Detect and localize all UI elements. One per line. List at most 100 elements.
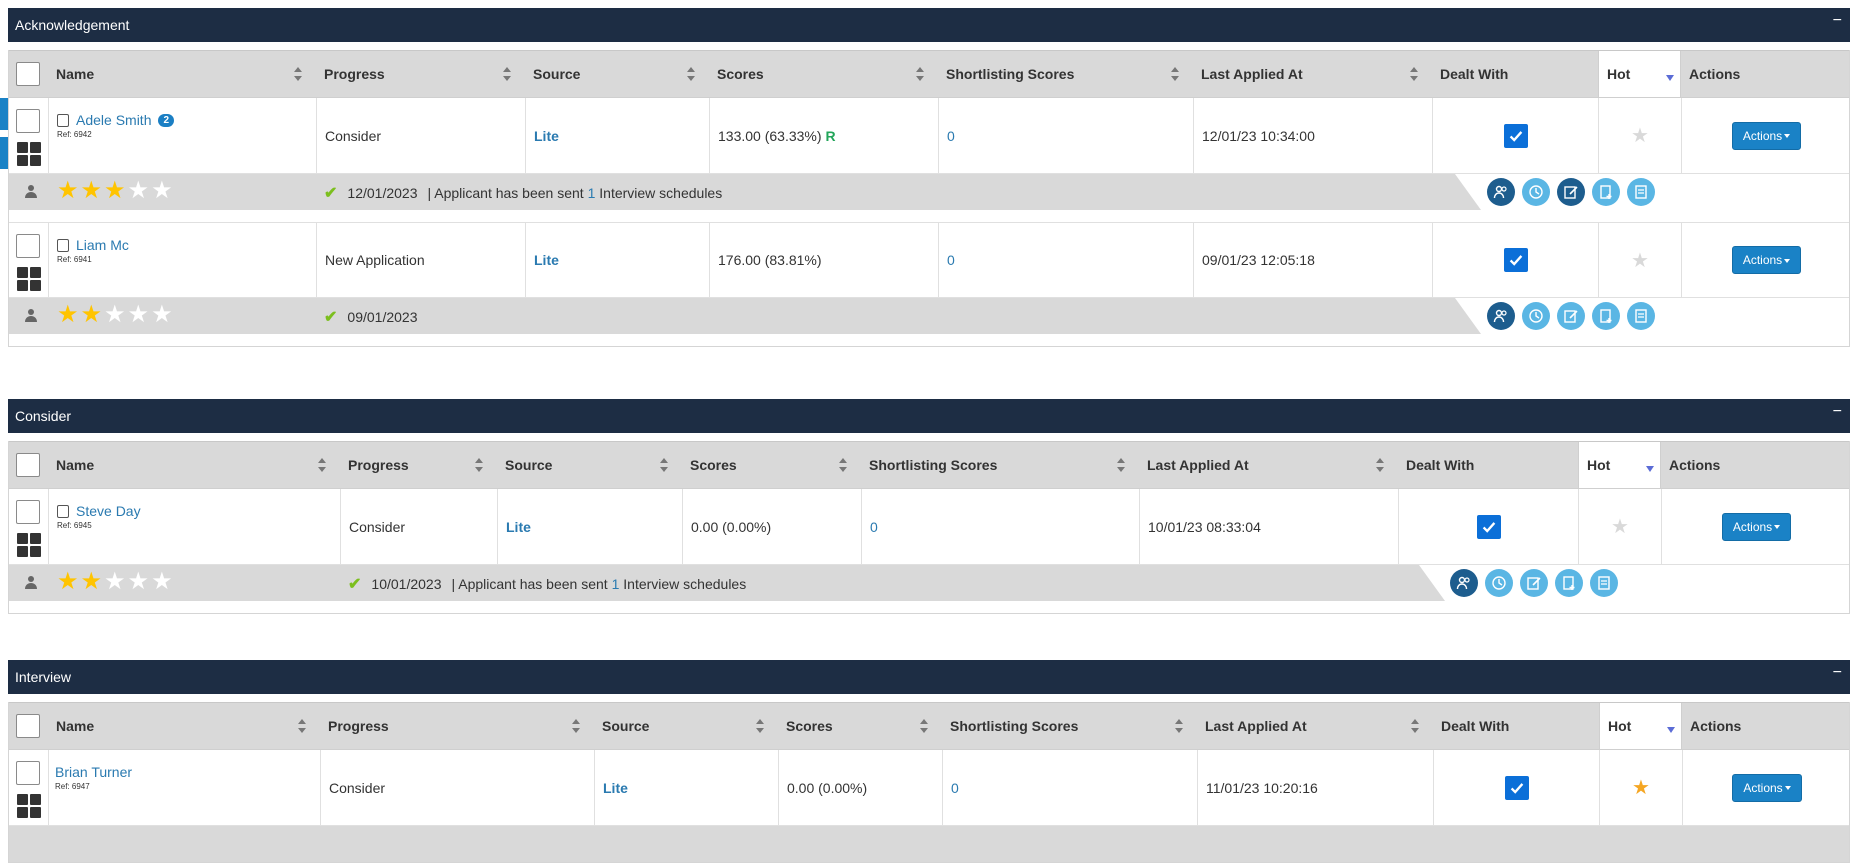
grid-icon[interactable] — [17, 142, 41, 166]
edit-icon[interactable] — [1557, 178, 1585, 206]
col-name[interactable]: Name — [48, 442, 340, 488]
dealt-with-checkbox[interactable] — [1503, 123, 1528, 148]
col-progress[interactable]: Progress — [320, 703, 594, 749]
hot-star-icon[interactable]: ★ — [1611, 514, 1629, 539]
grid-icon[interactable] — [17, 267, 41, 291]
col-shortlisting[interactable]: Shortlisting Scores — [861, 442, 1139, 488]
dropdown-icon[interactable] — [1666, 75, 1674, 81]
add-note-icon[interactable] — [1592, 302, 1620, 330]
source-link[interactable]: Lite — [506, 519, 531, 535]
sort-icon[interactable] — [1376, 458, 1384, 472]
sort-icon[interactable] — [1171, 67, 1179, 81]
col-hot[interactable]: Hot — [1599, 703, 1682, 749]
hot-star-icon[interactable]: ★ — [1632, 775, 1650, 800]
col-source[interactable]: Source — [594, 703, 778, 749]
col-last-applied[interactable]: Last Applied At — [1193, 51, 1432, 97]
col-scores[interactable]: Scores — [778, 703, 942, 749]
dropdown-icon[interactable] — [1667, 727, 1675, 733]
dropdown-icon[interactable] — [1646, 466, 1654, 472]
sort-icon[interactable] — [1410, 67, 1418, 81]
rating-stars[interactable]: ★★★★★ — [57, 570, 175, 594]
col-name[interactable]: Name — [48, 51, 316, 97]
col-hot[interactable]: Hot — [1598, 51, 1681, 97]
col-scores[interactable]: Scores — [682, 442, 861, 488]
sort-icon[interactable] — [1411, 719, 1419, 733]
edit-icon[interactable] — [1557, 302, 1585, 330]
review-icon[interactable] — [1627, 302, 1655, 330]
dealt-with-checkbox[interactable] — [1503, 248, 1528, 272]
col-progress[interactable]: Progress — [316, 51, 525, 97]
collapse-icon[interactable]: − — [1833, 13, 1842, 29]
actions-button[interactable]: Actions — [1731, 246, 1802, 274]
grid-icon[interactable] — [17, 794, 41, 818]
add-note-icon[interactable] — [1592, 178, 1620, 206]
row-checkbox[interactable] — [16, 234, 40, 258]
dealt-with-checkbox[interactable] — [1504, 775, 1529, 800]
sort-icon[interactable] — [1175, 719, 1183, 733]
sort-icon[interactable] — [916, 67, 924, 81]
collapse-icon[interactable]: − — [1833, 665, 1842, 681]
source-link[interactable]: Lite — [534, 128, 559, 144]
actions-button[interactable]: Actions — [1732, 773, 1802, 802]
col-shortlisting[interactable]: Shortlisting Scores — [938, 51, 1193, 97]
source-link[interactable]: Lite — [603, 780, 628, 796]
grid-icon[interactable] — [17, 533, 41, 557]
edit-icon[interactable] — [1520, 569, 1548, 597]
sort-icon[interactable] — [660, 458, 668, 472]
sort-icon[interactable] — [1117, 458, 1125, 472]
sort-icon[interactable] — [475, 458, 483, 472]
col-source[interactable]: Source — [497, 442, 682, 488]
candidate-name-link[interactable]: Adele Smith — [76, 112, 151, 128]
scores-cell: 133.00 (63.33%) R — [709, 98, 938, 173]
dealt-with-checkbox[interactable] — [1476, 514, 1501, 539]
shortlisting-link[interactable]: 0 — [870, 519, 878, 535]
candidate-name-link[interactable]: Brian Turner — [55, 764, 132, 780]
actions-button[interactable]: Actions — [1721, 512, 1792, 541]
add-note-icon[interactable] — [1555, 569, 1583, 597]
select-all-checkbox[interactable] — [16, 453, 40, 477]
sort-icon[interactable] — [298, 719, 306, 733]
hot-star-icon[interactable]: ★ — [1631, 248, 1649, 273]
col-hot[interactable]: Hot — [1578, 442, 1661, 488]
col-scores[interactable]: Scores — [709, 51, 938, 97]
sort-icon[interactable] — [503, 67, 511, 81]
candidate-name-link[interactable]: Steve Day — [76, 503, 141, 519]
col-source[interactable]: Source — [525, 51, 709, 97]
clock-icon[interactable] — [1485, 569, 1513, 597]
users-icon[interactable] — [1487, 302, 1515, 330]
row-checkbox[interactable] — [16, 500, 40, 524]
col-last-applied[interactable]: Last Applied At — [1197, 703, 1433, 749]
shortlisting-link[interactable]: 0 — [947, 128, 955, 144]
clock-icon[interactable] — [1522, 302, 1550, 330]
select-all-checkbox[interactable] — [16, 714, 40, 738]
col-name[interactable]: Name — [48, 703, 320, 749]
row-checkbox[interactable] — [16, 761, 40, 785]
sort-icon[interactable] — [687, 67, 695, 81]
shortlisting-link[interactable]: 0 — [951, 780, 959, 796]
row-checkbox[interactable] — [16, 109, 40, 133]
clock-icon[interactable] — [1522, 178, 1550, 206]
col-last-applied[interactable]: Last Applied At — [1139, 442, 1398, 488]
actions-button[interactable]: Actions — [1731, 121, 1802, 150]
sort-icon[interactable] — [920, 719, 928, 733]
collapse-icon[interactable]: − — [1833, 404, 1842, 420]
source-link[interactable]: Lite — [534, 252, 559, 268]
rating-stars[interactable]: ★★★★★ — [57, 303, 175, 327]
sort-icon[interactable] — [318, 458, 326, 472]
col-progress[interactable]: Progress — [340, 442, 497, 488]
users-icon[interactable] — [1450, 569, 1478, 597]
sort-icon[interactable] — [839, 458, 847, 472]
candidate-name-link[interactable]: Liam Mc — [76, 237, 129, 253]
review-icon[interactable] — [1627, 178, 1655, 206]
select-all-checkbox[interactable] — [16, 62, 40, 86]
sort-icon[interactable] — [572, 719, 580, 733]
sort-icon[interactable] — [294, 67, 302, 81]
sort-icon[interactable] — [756, 719, 764, 733]
shortlisting-link[interactable]: 0 — [947, 252, 955, 268]
col-shortlisting[interactable]: Shortlisting Scores — [942, 703, 1197, 749]
candidate-summary-bar: ★★★★★ ✔ 12/01/2023 | Applicant has been … — [9, 174, 1849, 210]
hot-star-icon[interactable]: ★ — [1631, 123, 1649, 148]
users-icon[interactable] — [1487, 178, 1515, 206]
review-icon[interactable] — [1590, 569, 1618, 597]
rating-stars[interactable]: ★★★★★ — [57, 179, 175, 203]
